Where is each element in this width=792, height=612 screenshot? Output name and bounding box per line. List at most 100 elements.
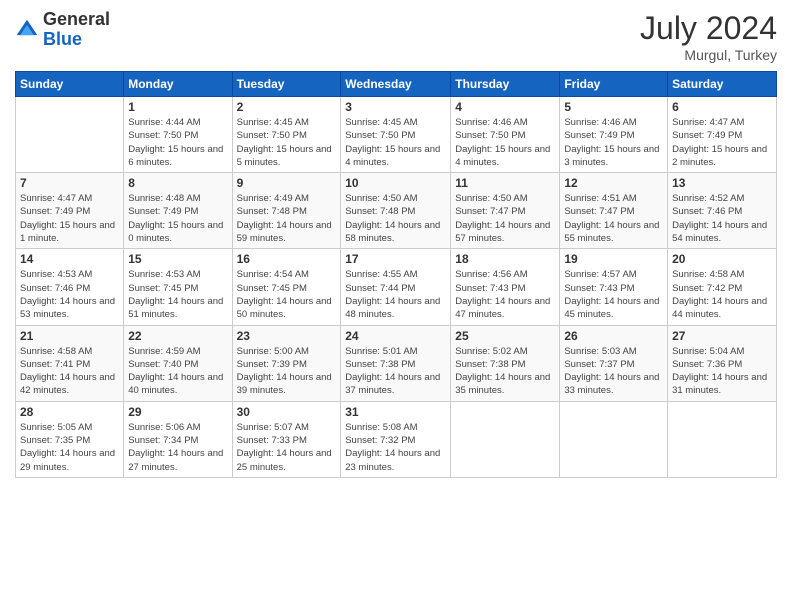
day-info: Sunrise: 4:58 AMSunset: 7:41 PMDaylight:… <box>20 345 119 398</box>
calendar-cell: 21 Sunrise: 4:58 AMSunset: 7:41 PMDayligh… <box>16 325 124 401</box>
calendar-week-5: 28Sunrise: 5:05 AMSunset: 7:35 PMDayligh… <box>16 401 777 477</box>
day-number: 5 <box>564 100 663 114</box>
weekday-header-monday: Monday <box>124 72 232 97</box>
day-info: Sunrise: 4:47 AMSunset: 7:49 PMDaylight:… <box>20 192 119 245</box>
weekday-header-friday: Friday <box>560 72 668 97</box>
logo: General Blue <box>15 10 110 50</box>
calendar-cell: 11 Sunrise: 4:50 AMSunset: 7:47 PMDayligh… <box>451 173 560 249</box>
day-number: 19 <box>564 252 663 266</box>
calendar-cell: 15 Sunrise: 4:53 AMSunset: 7:45 PMDayligh… <box>124 249 232 325</box>
calendar-cell: 29 Sunrise: 5:06 AMSunset: 7:34 PMDayligh… <box>124 401 232 477</box>
weekday-header-sunday: Sunday <box>16 72 124 97</box>
calendar-cell <box>16 97 124 173</box>
weekday-header-wednesday: Wednesday <box>341 72 451 97</box>
day-number: 13 <box>672 176 772 190</box>
title-block: July 2024 Murgul, Turkey <box>640 10 777 63</box>
day-number: 30 <box>237 405 337 419</box>
day-number: 31 <box>345 405 446 419</box>
calendar-cell <box>560 401 668 477</box>
day-info: Sunrise: 4:51 AMSunset: 7:47 PMDaylight:… <box>564 192 663 245</box>
day-number: 18 <box>455 252 555 266</box>
calendar-cell: 26 Sunrise: 5:03 AMSunset: 7:37 PMDayligh… <box>560 325 668 401</box>
calendar-cell: 31 Sunrise: 5:08 AMSunset: 7:32 PMDayligh… <box>341 401 451 477</box>
calendar-cell: 10 Sunrise: 4:50 AMSunset: 7:48 PMDayligh… <box>341 173 451 249</box>
calendar-cell: 17 Sunrise: 4:55 AMSunset: 7:44 PMDayligh… <box>341 249 451 325</box>
day-number: 7 <box>20 176 119 190</box>
calendar-cell: 23Sunrise: 5:00 AMSunset: 7:39 PMDayligh… <box>232 325 341 401</box>
logo-general-text: General <box>43 9 110 29</box>
month-year: July 2024 <box>640 10 777 47</box>
calendar-cell: 6Sunrise: 4:47 AMSunset: 7:49 PMDaylight… <box>668 97 777 173</box>
location: Murgul, Turkey <box>640 47 777 63</box>
day-number: 22 <box>128 329 227 343</box>
weekday-header-saturday: Saturday <box>668 72 777 97</box>
day-number: 21 <box>20 329 119 343</box>
day-info: Sunrise: 4:55 AMSunset: 7:44 PMDaylight:… <box>345 268 446 321</box>
calendar-cell <box>451 401 560 477</box>
day-info: Sunrise: 4:44 AMSunset: 7:50 PMDaylight:… <box>128 116 227 169</box>
day-number: 14 <box>20 252 119 266</box>
day-info: Sunrise: 4:46 AMSunset: 7:50 PMDaylight:… <box>455 116 555 169</box>
day-number: 20 <box>672 252 772 266</box>
day-info: Sunrise: 5:03 AMSunset: 7:37 PMDaylight:… <box>564 345 663 398</box>
day-info: Sunrise: 4:50 AMSunset: 7:47 PMDaylight:… <box>455 192 555 245</box>
day-info: Sunrise: 5:01 AMSunset: 7:38 PMDaylight:… <box>345 345 446 398</box>
day-number: 3 <box>345 100 446 114</box>
day-info: Sunrise: 5:02 AMSunset: 7:38 PMDaylight:… <box>455 345 555 398</box>
day-info: Sunrise: 4:53 AMSunset: 7:46 PMDaylight:… <box>20 268 119 321</box>
calendar-cell: 8 Sunrise: 4:48 AMSunset: 7:49 PMDaylight… <box>124 173 232 249</box>
day-number: 12 <box>564 176 663 190</box>
day-info: Sunrise: 4:58 AMSunset: 7:42 PMDaylight:… <box>672 268 772 321</box>
calendar-cell <box>668 401 777 477</box>
calendar-week-1: 1 Sunrise: 4:44 AMSunset: 7:50 PMDaylight… <box>16 97 777 173</box>
calendar-cell: 20 Sunrise: 4:58 AMSunset: 7:42 PMDayligh… <box>668 249 777 325</box>
day-info: Sunrise: 4:47 AMSunset: 7:49 PMDaylight:… <box>672 116 772 169</box>
day-number: 25 <box>455 329 555 343</box>
day-info: Sunrise: 4:59 AMSunset: 7:40 PMDaylight:… <box>128 345 227 398</box>
calendar-cell: 24Sunrise: 5:01 AMSunset: 7:38 PMDayligh… <box>341 325 451 401</box>
day-info: Sunrise: 5:04 AMSunset: 7:36 PMDaylight:… <box>672 345 772 398</box>
calendar-cell: 3Sunrise: 4:45 AMSunset: 7:50 PMDaylight… <box>341 97 451 173</box>
day-number: 1 <box>128 100 227 114</box>
day-info: Sunrise: 4:52 AMSunset: 7:46 PMDaylight:… <box>672 192 772 245</box>
weekday-header-row: SundayMondayTuesdayWednesdayThursdayFrid… <box>16 72 777 97</box>
day-info: Sunrise: 4:49 AMSunset: 7:48 PMDaylight:… <box>237 192 337 245</box>
day-number: 2 <box>237 100 337 114</box>
day-number: 26 <box>564 329 663 343</box>
calendar-cell: 12 Sunrise: 4:51 AMSunset: 7:47 PMDayligh… <box>560 173 668 249</box>
calendar-cell: 25 Sunrise: 5:02 AMSunset: 7:38 PMDayligh… <box>451 325 560 401</box>
calendar-cell: 13 Sunrise: 4:52 AMSunset: 7:46 PMDayligh… <box>668 173 777 249</box>
calendar-cell: 18Sunrise: 4:56 AMSunset: 7:43 PMDayligh… <box>451 249 560 325</box>
calendar-cell: 1 Sunrise: 4:44 AMSunset: 7:50 PMDaylight… <box>124 97 232 173</box>
logo-blue-text: Blue <box>43 29 82 49</box>
logo-icon <box>15 18 39 42</box>
day-info: Sunrise: 4:57 AMSunset: 7:43 PMDaylight:… <box>564 268 663 321</box>
calendar-week-4: 21 Sunrise: 4:58 AMSunset: 7:41 PMDayligh… <box>16 325 777 401</box>
day-info: Sunrise: 5:06 AMSunset: 7:34 PMDaylight:… <box>128 421 227 474</box>
calendar-cell: 22 Sunrise: 4:59 AMSunset: 7:40 PMDayligh… <box>124 325 232 401</box>
day-info: Sunrise: 5:07 AMSunset: 7:33 PMDaylight:… <box>237 421 337 474</box>
calendar-table: SundayMondayTuesdayWednesdayThursdayFrid… <box>15 71 777 478</box>
day-number: 9 <box>237 176 337 190</box>
day-number: 8 <box>128 176 227 190</box>
day-number: 4 <box>455 100 555 114</box>
calendar-cell: 27Sunrise: 5:04 AMSunset: 7:36 PMDayligh… <box>668 325 777 401</box>
calendar-cell: 9 Sunrise: 4:49 AMSunset: 7:48 PMDaylight… <box>232 173 341 249</box>
day-number: 29 <box>128 405 227 419</box>
day-info: Sunrise: 4:53 AMSunset: 7:45 PMDaylight:… <box>128 268 227 321</box>
day-info: Sunrise: 4:50 AMSunset: 7:48 PMDaylight:… <box>345 192 446 245</box>
calendar-cell: 19 Sunrise: 4:57 AMSunset: 7:43 PMDayligh… <box>560 249 668 325</box>
day-info: Sunrise: 4:48 AMSunset: 7:49 PMDaylight:… <box>128 192 227 245</box>
day-number: 11 <box>455 176 555 190</box>
day-number: 10 <box>345 176 446 190</box>
calendar-cell: 16Sunrise: 4:54 AMSunset: 7:45 PMDayligh… <box>232 249 341 325</box>
day-number: 17 <box>345 252 446 266</box>
day-info: Sunrise: 5:08 AMSunset: 7:32 PMDaylight:… <box>345 421 446 474</box>
calendar-cell: 7 Sunrise: 4:47 AMSunset: 7:49 PMDaylight… <box>16 173 124 249</box>
calendar-week-2: 7 Sunrise: 4:47 AMSunset: 7:49 PMDaylight… <box>16 173 777 249</box>
header: General Blue July 2024 Murgul, Turkey <box>15 10 777 63</box>
day-info: Sunrise: 4:46 AMSunset: 7:49 PMDaylight:… <box>564 116 663 169</box>
day-info: Sunrise: 5:05 AMSunset: 7:35 PMDaylight:… <box>20 421 119 474</box>
day-number: 15 <box>128 252 227 266</box>
calendar-cell: 2Sunrise: 4:45 AMSunset: 7:50 PMDaylight… <box>232 97 341 173</box>
